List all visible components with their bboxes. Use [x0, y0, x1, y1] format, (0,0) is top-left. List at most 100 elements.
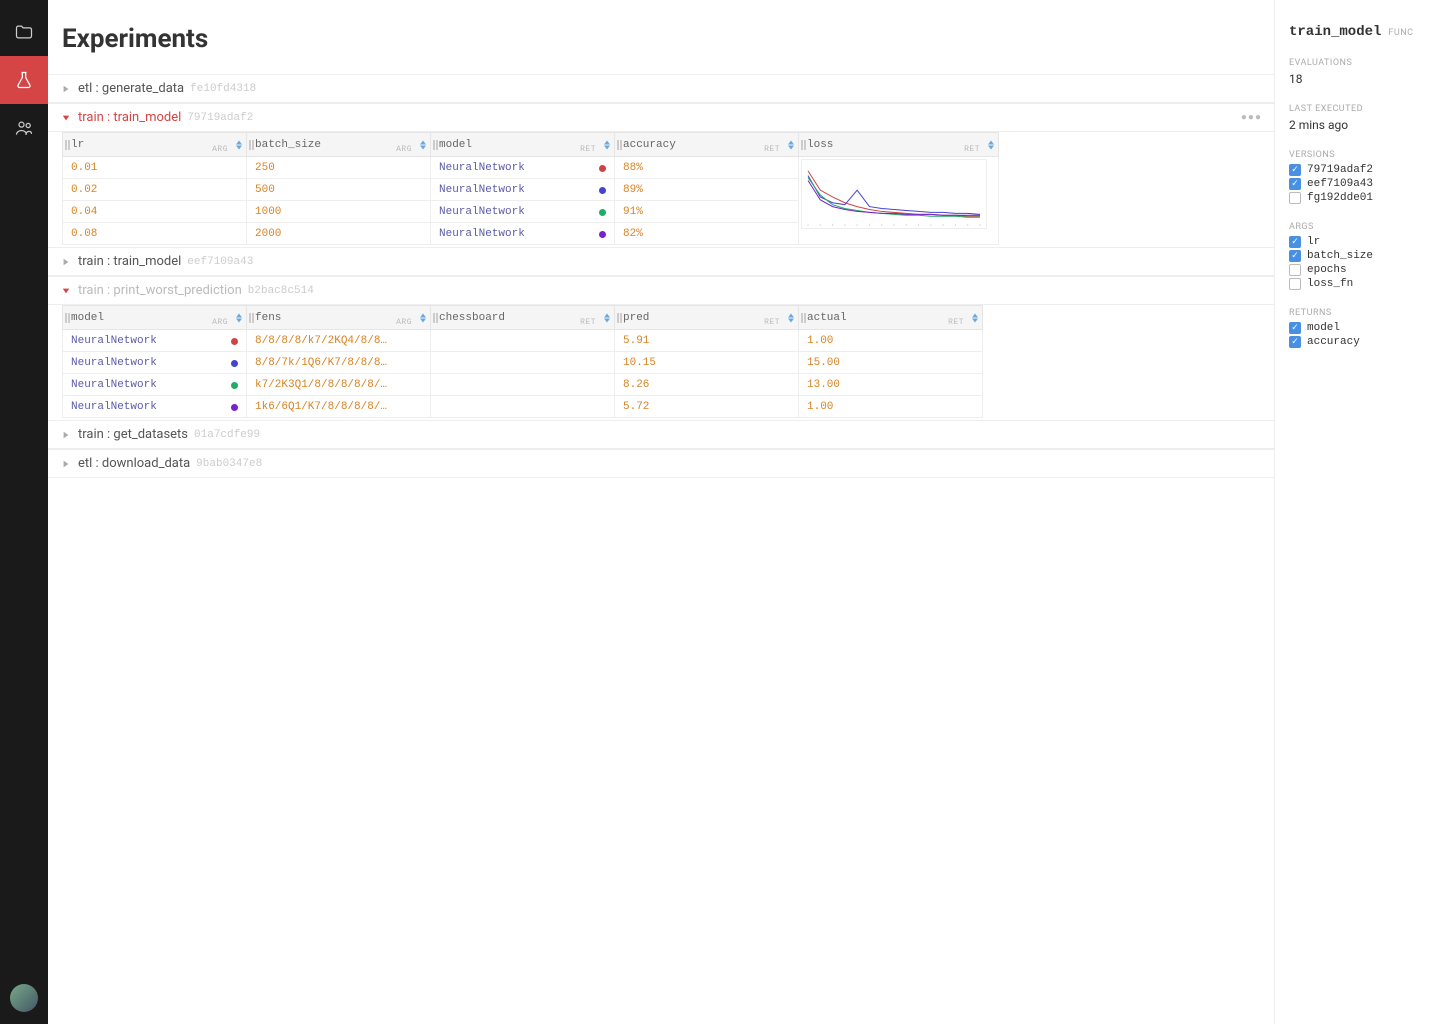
series-dot-icon: [599, 187, 606, 194]
experiment-header[interactable]: train : print_worst_prediction b2bac8c51…: [48, 276, 1274, 305]
table-row[interactable]: 0.01 250 NeuralNetwork 88%: [63, 157, 1274, 179]
table-row[interactable]: NeuralNetwork 1k6/6Q1/K7/8/8/8/8/… 5.72 …: [63, 396, 1274, 418]
arg-label: lr: [1307, 236, 1320, 248]
col-label: fens: [255, 312, 281, 324]
more-icon[interactable]: ●●●: [1241, 112, 1262, 123]
table-row[interactable]: NeuralNetwork 8/8/8/8/k7/2KQ4/8/8… 5.91 …: [63, 330, 1274, 352]
col-label: model: [71, 312, 104, 324]
evaluations-label: EVALUATIONS: [1289, 58, 1426, 68]
nav-experiments[interactable]: [0, 56, 48, 104]
cell-model: NeuralNetwork: [431, 201, 615, 223]
drag-handle-icon[interactable]: [801, 313, 807, 323]
col-label: model: [439, 139, 472, 151]
flask-icon: [14, 70, 34, 90]
nav-team[interactable]: [0, 104, 48, 152]
version-checkbox[interactable]: [1289, 178, 1301, 190]
experiment-header[interactable]: train : get_datasets 01a7cdfe99: [48, 420, 1274, 449]
drag-handle-icon[interactable]: [617, 140, 623, 150]
avatar-icon: [10, 984, 38, 1012]
cell-batch-size: 250: [247, 157, 431, 179]
return-checkbox[interactable]: [1289, 322, 1301, 334]
experiment-header[interactable]: etl : generate_data fe10fd4318: [48, 74, 1274, 103]
col-label: pred: [623, 312, 649, 324]
col-accuracy[interactable]: accuracy RET: [615, 133, 799, 157]
version-row: 79719adaf2: [1289, 164, 1426, 176]
sort-icon[interactable]: [788, 140, 794, 149]
col-kind: RET: [580, 318, 596, 327]
sort-icon[interactable]: [788, 313, 794, 322]
cell-pred: 8.26: [615, 374, 799, 396]
folder-icon: [14, 22, 34, 42]
sort-icon[interactable]: [236, 313, 242, 322]
cell-model: NeuralNetwork: [63, 330, 247, 352]
arg-label: batch_size: [1307, 250, 1373, 262]
sort-icon[interactable]: [420, 313, 426, 322]
col-model[interactable]: model RET: [431, 133, 615, 157]
col-lr[interactable]: lr ARG: [63, 133, 247, 157]
return-checkbox[interactable]: [1289, 336, 1301, 348]
drag-handle-icon[interactable]: [433, 313, 439, 323]
details-panel: train_model FUNC EVALUATIONS 18 LAST EXE…: [1274, 0, 1440, 1024]
arg-checkbox[interactable]: [1289, 236, 1301, 248]
col-fens[interactable]: fens ARG: [247, 306, 431, 330]
drag-handle-icon[interactable]: [801, 140, 807, 150]
drag-handle-icon[interactable]: [249, 313, 255, 323]
col-pred[interactable]: pred RET: [615, 306, 799, 330]
users-icon: [14, 118, 34, 138]
col-kind: RET: [764, 318, 780, 327]
nav-files[interactable]: [0, 8, 48, 56]
experiment-name: train : get_datasets: [78, 427, 188, 442]
table-row[interactable]: 0.04 1000 NeuralNetwork 91%: [63, 201, 1274, 223]
experiment-header[interactable]: etl : download_data 9bab0347e8: [48, 449, 1274, 478]
drag-handle-icon[interactable]: [433, 140, 439, 150]
cell-accuracy: 82%: [615, 223, 799, 245]
drag-handle-icon[interactable]: [65, 313, 71, 323]
sort-icon[interactable]: [604, 313, 610, 322]
sort-icon[interactable]: [420, 140, 426, 149]
cell-model: NeuralNetwork: [431, 179, 615, 201]
chevron-right-icon: [60, 458, 72, 470]
last-exec-label: LAST EXECUTED: [1289, 104, 1426, 114]
col-batch_size[interactable]: batch_size ARG: [247, 133, 431, 157]
col-chessboard[interactable]: chessboard RET: [431, 306, 615, 330]
cell-lr: 0.01: [63, 157, 247, 179]
version-checkbox[interactable]: [1289, 192, 1301, 204]
arg-label: loss_fn: [1307, 278, 1353, 290]
arg-row: lr: [1289, 236, 1426, 248]
col-model[interactable]: model ARG: [63, 306, 247, 330]
arg-label: epochs: [1307, 264, 1347, 276]
arg-checkbox[interactable]: [1289, 250, 1301, 262]
arg-row: loss_fn: [1289, 278, 1426, 290]
experiment-hash: b2bac8c514: [248, 285, 314, 297]
col-loss[interactable]: loss RET: [799, 133, 999, 157]
sort-icon[interactable]: [604, 140, 610, 149]
table-row[interactable]: NeuralNetwork k7/2K3Q1/8/8/8/8/8/… 8.26 …: [63, 374, 1274, 396]
arg-checkbox[interactable]: [1289, 264, 1301, 276]
table-row[interactable]: NeuralNetwork 8/8/7k/1Q6/K7/8/8/8… 10.15…: [63, 352, 1274, 374]
arg-row: batch_size: [1289, 250, 1426, 262]
version-label: fg192dde01: [1307, 192, 1373, 204]
arg-checkbox[interactable]: [1289, 278, 1301, 290]
col-actual[interactable]: actual RET: [799, 306, 983, 330]
cell-model: NeuralNetwork: [431, 223, 615, 245]
drag-handle-icon[interactable]: [65, 140, 71, 150]
version-checkbox[interactable]: [1289, 164, 1301, 176]
experiment-header[interactable]: train : train_model eef7109a43: [48, 247, 1274, 276]
sort-icon[interactable]: [972, 313, 978, 322]
args-label: ARGS: [1289, 222, 1426, 232]
table-row[interactable]: 0.02 500 NeuralNetwork 89%: [63, 179, 1274, 201]
return-label: model: [1307, 322, 1340, 334]
table-row[interactable]: 0.08 2000 NeuralNetwork 82%: [63, 223, 1274, 245]
series-dot-icon: [599, 165, 606, 172]
sort-icon[interactable]: [988, 140, 994, 149]
series-dot-icon: [231, 404, 238, 411]
return-row: accuracy: [1289, 336, 1426, 348]
cell-lr: 0.08: [63, 223, 247, 245]
experiment-hash: 79719adaf2: [187, 112, 253, 124]
nav-avatar[interactable]: [10, 984, 38, 1012]
drag-handle-icon[interactable]: [249, 140, 255, 150]
drag-handle-icon[interactable]: [617, 313, 623, 323]
sort-icon[interactable]: [236, 140, 242, 149]
cell-actual: 13.00: [799, 374, 983, 396]
experiment-header[interactable]: train : train_model 79719adaf2 ●●●: [48, 103, 1274, 132]
